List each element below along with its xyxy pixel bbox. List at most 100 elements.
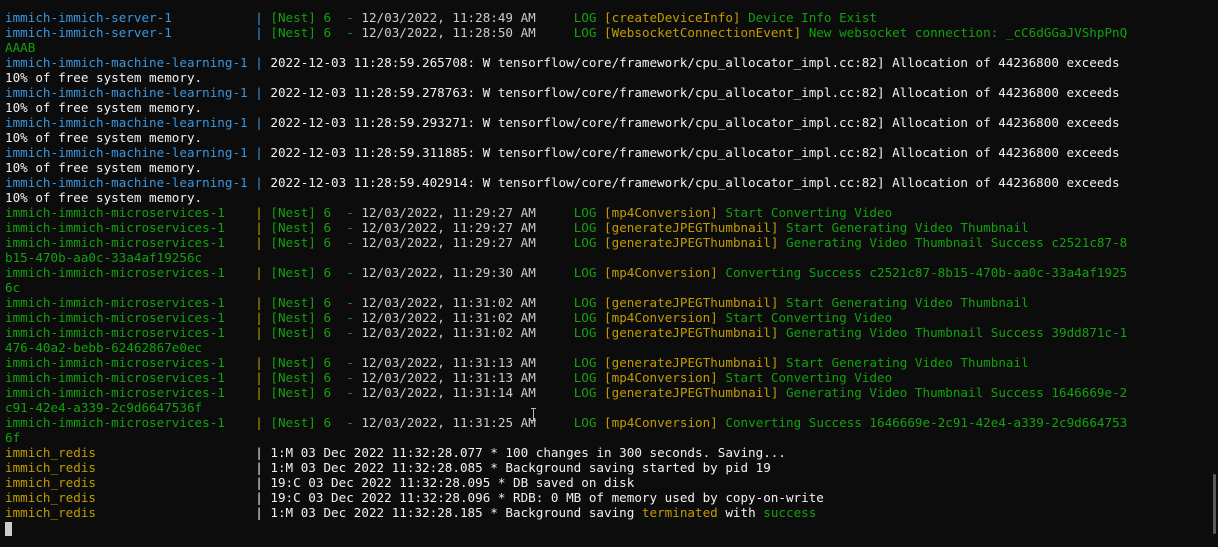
log-segment: immich-immich-microservices-1	[5, 265, 256, 280]
log-segment: immich-immich-microservices-1	[5, 370, 256, 385]
log-line: immich-immich-microservices-1 | [Nest] 6…	[5, 370, 1206, 385]
log-line: b15-470b-aa0c-33a4af19256c	[5, 250, 1206, 265]
log-line: immich-immich-microservices-1 | [Nest] 6…	[5, 310, 1206, 325]
log-line: immich_redis | 19:C 03 Dec 2022 11:32:28…	[5, 475, 1206, 490]
log-segment: 12/03/2022, 11:31:02 AM	[361, 325, 574, 340]
log-segment: |	[255, 370, 271, 385]
log-segment: Start Converting Video	[725, 310, 893, 325]
log-line: immich-immich-microservices-1 | [Nest] 6…	[5, 415, 1206, 430]
log-segment: immich-immich-machine-learning-1 |	[5, 55, 271, 70]
log-line: immich-immich-machine-learning-1 | 2022-…	[5, 85, 1206, 100]
log-segment: Start Converting Video	[725, 205, 893, 220]
log-segment: immich-immich-machine-learning-1 |	[5, 145, 271, 160]
log-segment: Converting Success 1646669e-2c91-42e4-a3…	[725, 415, 1128, 430]
log-segment: 10% of free system memory.	[5, 130, 203, 145]
terminal-output[interactable]: immich-immich-server-1 | [Nest] 6 - 12/0…	[5, 10, 1206, 547]
log-segment: |	[255, 205, 271, 220]
log-line: 10% of free system memory.	[5, 160, 1206, 175]
log-segment: [Nest] 6 -	[270, 310, 362, 325]
log-segment: 2022-12-03 11:28:59.402914: W tensorflow…	[270, 175, 1120, 190]
log-segment: immich-immich-microservices-1	[5, 415, 256, 430]
log-segment: 19:C 03 Dec 2022 11:32:28.096 * RDB: 0 M…	[270, 490, 824, 505]
log-line: 10% of free system memory.	[5, 100, 1206, 115]
log-segment: |	[255, 505, 271, 520]
log-segment: |	[255, 415, 271, 430]
log-segment: immich-immich-server-1 |	[5, 25, 271, 40]
log-line: immich-immich-microservices-1 | [Nest] 6…	[5, 220, 1206, 235]
log-segment: [Nest] 6 -	[270, 220, 362, 235]
log-segment: immich-immich-microservices-1	[5, 310, 256, 325]
log-line: immich-immich-server-1 | [Nest] 6 - 12/0…	[5, 25, 1206, 40]
log-segment: Start Generating Video Thumbnail	[786, 295, 1029, 310]
scrollbar-thumb[interactable]	[1213, 474, 1216, 534]
log-segment: 12/03/2022, 11:29:27 AM	[361, 235, 574, 250]
log-segment: 12/03/2022, 11:28:50 AM	[361, 25, 574, 40]
log-segment: immich-immich-machine-learning-1 |	[5, 85, 271, 100]
log-segment: |	[255, 490, 271, 505]
log-segment: 12/03/2022, 11:28:49 AM	[361, 10, 574, 25]
log-segment: immich_redis	[5, 490, 256, 505]
log-segment: 12/03/2022, 11:31:13 AM	[361, 370, 574, 385]
log-line: c91-42e4-a339-2c9d6647536f	[5, 400, 1206, 415]
log-segment: [mp4Conversion]	[604, 370, 726, 385]
log-segment: immich-immich-machine-learning-1 |	[5, 115, 271, 130]
log-segment: LOG	[573, 235, 605, 250]
log-segment: immich_redis	[5, 505, 256, 520]
log-segment: [mp4Conversion]	[604, 205, 726, 220]
log-line: 6c	[5, 280, 1206, 295]
log-segment: 10% of free system memory.	[5, 190, 203, 205]
log-segment: immich-immich-server-1 |	[5, 10, 271, 25]
block-cursor-icon	[5, 522, 12, 536]
log-segment: [Nest] 6 -	[270, 25, 362, 40]
log-segment: 12/03/2022, 11:31:25 AM	[361, 415, 574, 430]
log-segment: Generating Video Thumbnail Success 16466…	[786, 385, 1128, 400]
log-line: immich-immich-microservices-1 | [Nest] 6…	[5, 325, 1206, 340]
log-segment: immich_redis	[5, 475, 256, 490]
log-segment: [Nest] 6 -	[270, 325, 362, 340]
log-line: immich-immich-machine-learning-1 | 2022-…	[5, 175, 1206, 190]
log-segment: 1:M 03 Dec 2022 11:32:28.077 * 100 chang…	[270, 445, 786, 460]
log-segment: AAAB	[5, 40, 36, 55]
log-segment: 12/03/2022, 11:29:27 AM	[361, 205, 574, 220]
log-segment: Start Converting Video	[725, 370, 893, 385]
log-line: 10% of free system memory.	[5, 190, 1206, 205]
log-segment: 2022-12-03 11:28:59.293271: W tensorflow…	[270, 115, 1120, 130]
log-segment: Generating Video Thumbnail Success 39dd8…	[786, 325, 1128, 340]
log-segment: LOG	[573, 205, 605, 220]
log-segment: Start Generating Video Thumbnail	[786, 220, 1029, 235]
log-segment: |	[255, 325, 271, 340]
log-segment: LOG	[573, 355, 605, 370]
log-segment: immich-immich-microservices-1	[5, 205, 256, 220]
log-segment: LOG	[573, 295, 605, 310]
log-line: 10% of free system memory.	[5, 70, 1206, 85]
log-segment: |	[255, 265, 271, 280]
log-segment: [mp4Conversion]	[604, 310, 726, 325]
log-segment: with	[717, 505, 764, 520]
log-segment: 6f	[5, 430, 21, 445]
log-line: immich-immich-machine-learning-1 | 2022-…	[5, 115, 1206, 130]
log-segment: immich_redis	[5, 460, 256, 475]
log-segment: success	[763, 505, 817, 520]
log-segment: LOG	[573, 325, 605, 340]
log-segment: Start Generating Video Thumbnail	[786, 355, 1029, 370]
log-segment: [generateJPEGThumbnail]	[604, 325, 787, 340]
log-segment: |	[255, 445, 271, 460]
log-segment: [Nest] 6 -	[270, 385, 362, 400]
log-segment: [generateJPEGThumbnail]	[604, 235, 787, 250]
log-segment: |	[255, 355, 271, 370]
log-segment: LOG	[573, 10, 605, 25]
log-segment: 2022-12-03 11:28:59.265708: W tensorflow…	[270, 55, 1120, 70]
log-segment: [generateJPEGThumbnail]	[604, 355, 787, 370]
log-segment: immich-immich-microservices-1	[5, 355, 256, 370]
log-segment: |	[255, 220, 271, 235]
log-segment: [WebsocketConnectionEvent]	[604, 25, 809, 40]
log-segment: immich-immich-microservices-1	[5, 325, 256, 340]
log-segment: 12/03/2022, 11:31:02 AM	[361, 310, 574, 325]
log-segment: 2022-12-03 11:28:59.311885: W tensorflow…	[270, 145, 1120, 160]
log-segment: 12/03/2022, 11:29:27 AM	[361, 220, 574, 235]
log-segment: |	[255, 310, 271, 325]
log-line: immich-immich-microservices-1 | [Nest] 6…	[5, 205, 1206, 220]
log-line: immich-immich-server-1 | [Nest] 6 - 12/0…	[5, 10, 1206, 25]
log-segment: |	[255, 460, 271, 475]
log-segment: [Nest] 6 -	[270, 205, 362, 220]
